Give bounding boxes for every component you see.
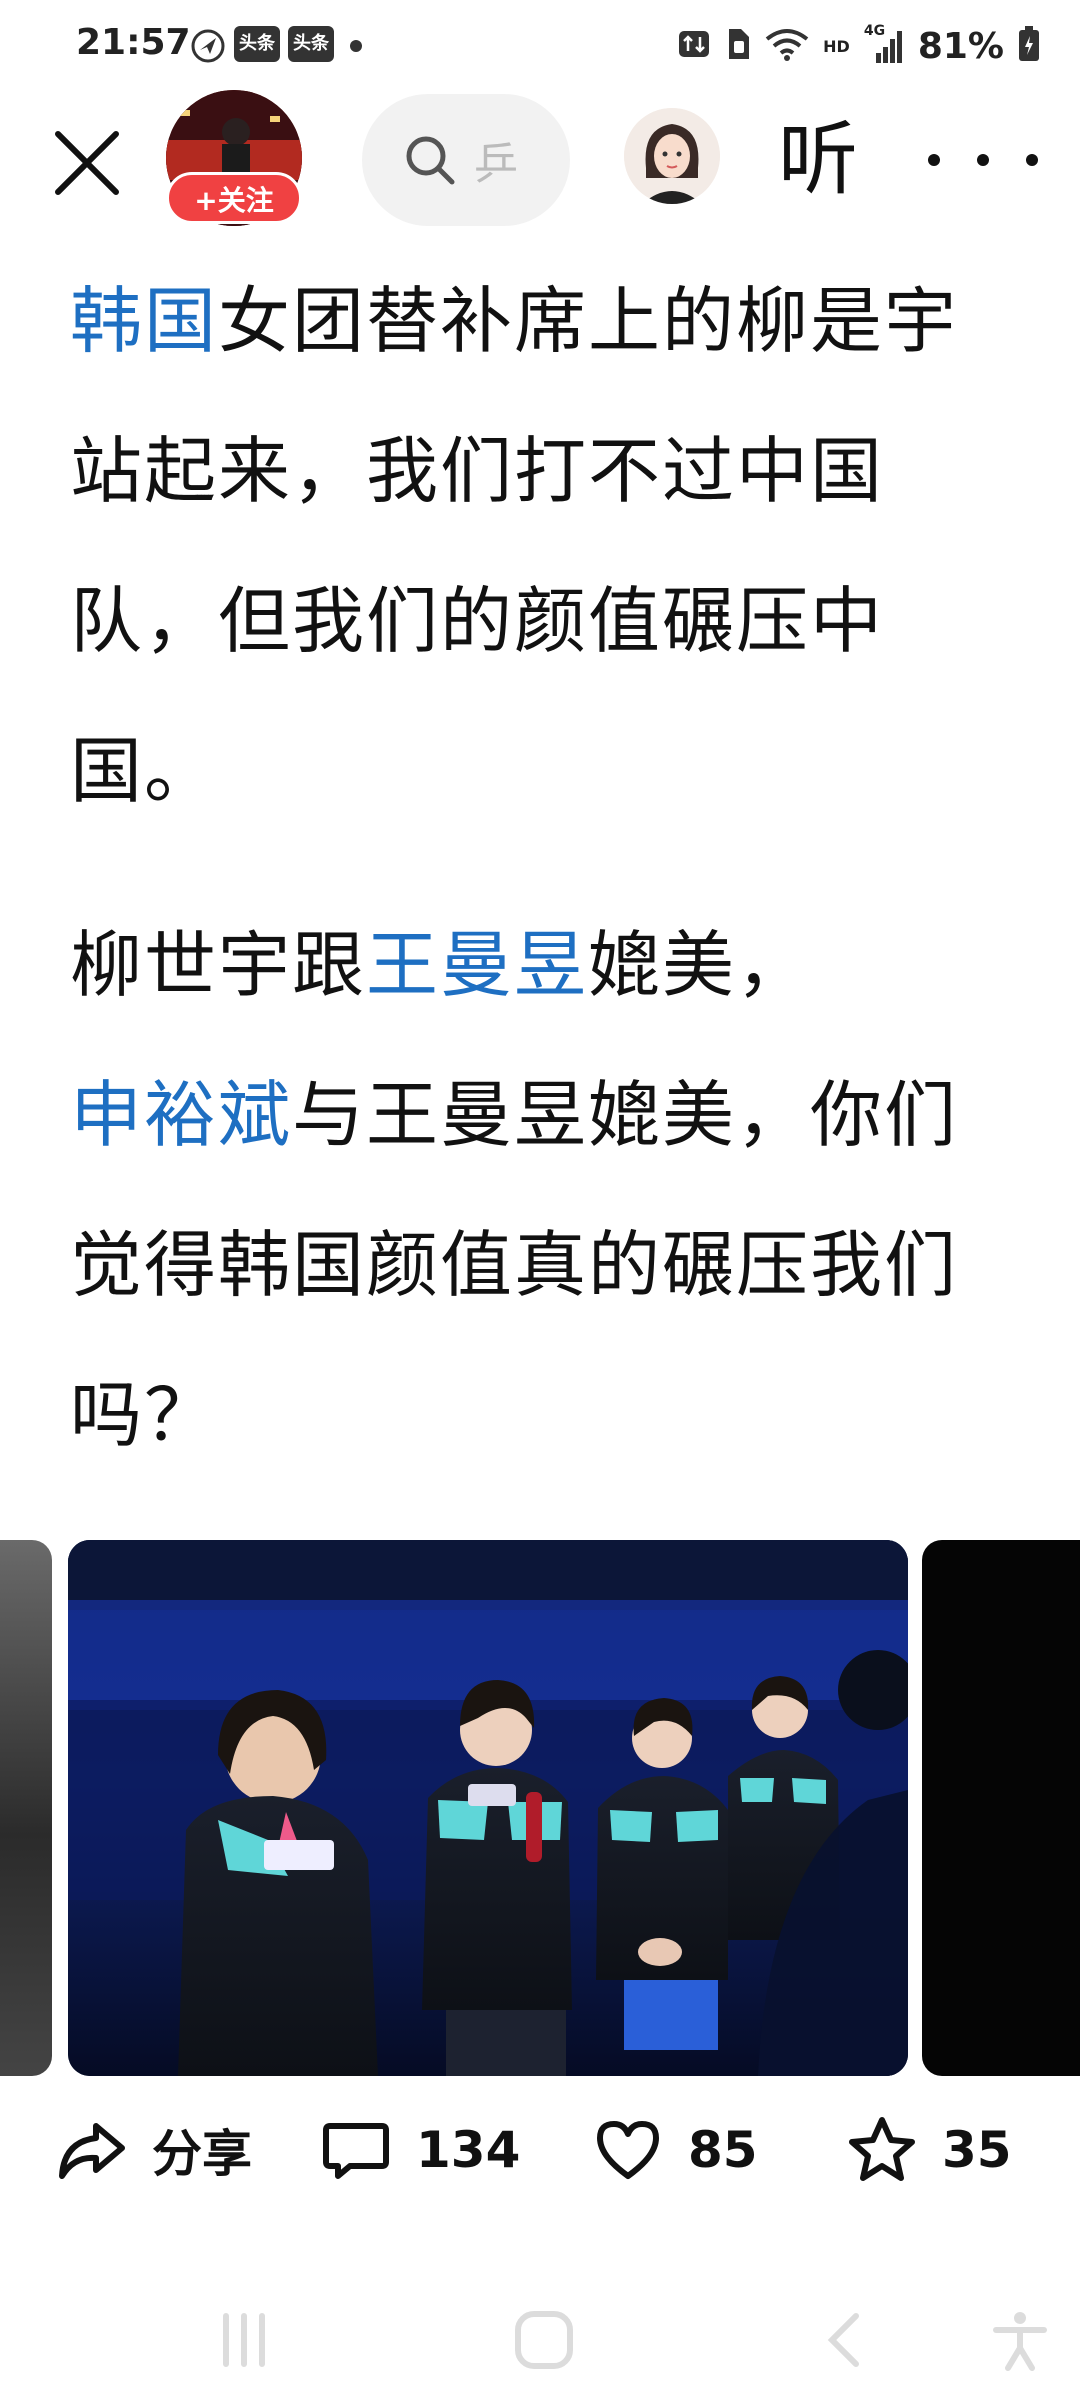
wifi-icon (765, 27, 809, 65)
favorite-button[interactable]: 35 (846, 2110, 1012, 2190)
share-label: 分享 (152, 2125, 252, 2183)
article-header: +关注 乒 听 (0, 90, 1080, 240)
article-text: 柳世宇跟 (70, 923, 367, 1007)
battery-percent: 81% (917, 25, 1004, 67)
battery-icon (1018, 26, 1040, 66)
search-input[interactable]: 乒 (362, 94, 570, 226)
system-navigation-bar (0, 2280, 1080, 2400)
like-count: 85 (688, 2121, 758, 2179)
data-transfer-icon (677, 27, 711, 65)
location-icon (190, 28, 226, 68)
like-button[interactable]: 85 (592, 2110, 758, 2190)
home-button[interactable] (504, 2300, 584, 2380)
search-icon (406, 136, 455, 185)
voice-reader-avatar[interactable] (624, 108, 720, 204)
tag-link-shin-yubin[interactable]: 申裕斌 (70, 1073, 292, 1157)
share-button[interactable]: 分享 (56, 2110, 252, 2190)
home-icon (515, 2311, 573, 2369)
article-text: 媲美， (588, 923, 811, 1007)
recent-apps-button[interactable] (204, 2300, 284, 2380)
tag-link-wang-manyu[interactable]: 王曼昱 (366, 923, 588, 1007)
image-carousel[interactable] (0, 1540, 1080, 2076)
favorite-count: 35 (942, 2121, 1012, 2179)
status-right-group: HD 4G 81% (677, 22, 1040, 70)
heart-icon (597, 2121, 659, 2179)
carousel-image-previous[interactable] (0, 1540, 52, 2076)
share-icon (59, 2123, 125, 2179)
author-avatar-group[interactable]: +关注 (166, 90, 306, 230)
accessibility-icon (993, 2312, 1047, 2371)
article-paragraph: 韩国女团替补席上的柳是宇站起来，我们打不过中国队，但我们的颜值碾压中国。 (70, 246, 1030, 846)
status-bar: 21:57 头条 头条 HD 4G 81% (0, 0, 1080, 90)
action-bar: 分享 134 85 35 (0, 2090, 1080, 2210)
app-badge-toutiao: 头条 (234, 26, 280, 62)
article-paragraph: 柳世宇跟王曼昱媲美， 申裕斌与王曼昱媲美，你们觉得韩国颜值真的碾压我们吗？ (70, 890, 1030, 1490)
comment-button[interactable]: 134 (320, 2110, 520, 2190)
status-time: 21:57 (76, 22, 191, 63)
close-button[interactable] (44, 120, 130, 206)
back-icon (827, 2313, 859, 2367)
dot-icon (350, 40, 362, 52)
carousel-image-main[interactable] (68, 1540, 908, 2076)
follow-button[interactable]: +关注 (166, 172, 302, 224)
carousel-image-next[interactable] (922, 1540, 1080, 2076)
sim-icon (725, 27, 751, 65)
back-button[interactable] (806, 2300, 886, 2380)
more-options-icon[interactable] (928, 120, 1038, 200)
article-body: 韩国女团替补席上的柳是宇站起来，我们打不过中国队，但我们的颜值碾压中国。 柳世宇… (70, 246, 1030, 1490)
hd-label: HD (823, 36, 850, 56)
recent-apps-icon (223, 2313, 265, 2367)
tag-link-korea[interactable]: 韩国 (70, 279, 218, 363)
comment-icon (323, 2123, 389, 2179)
close-icon (55, 131, 119, 195)
signal-icon: 4G (864, 23, 904, 63)
search-placeholder: 乒 (474, 139, 518, 190)
app-badge-toutiao: 头条 (288, 26, 334, 62)
star-icon (849, 2117, 915, 2181)
network-label: 4G (863, 23, 886, 39)
listen-button[interactable]: 听 (778, 112, 858, 208)
accessibility-button[interactable] (980, 2300, 1060, 2380)
comment-count: 134 (416, 2121, 521, 2179)
